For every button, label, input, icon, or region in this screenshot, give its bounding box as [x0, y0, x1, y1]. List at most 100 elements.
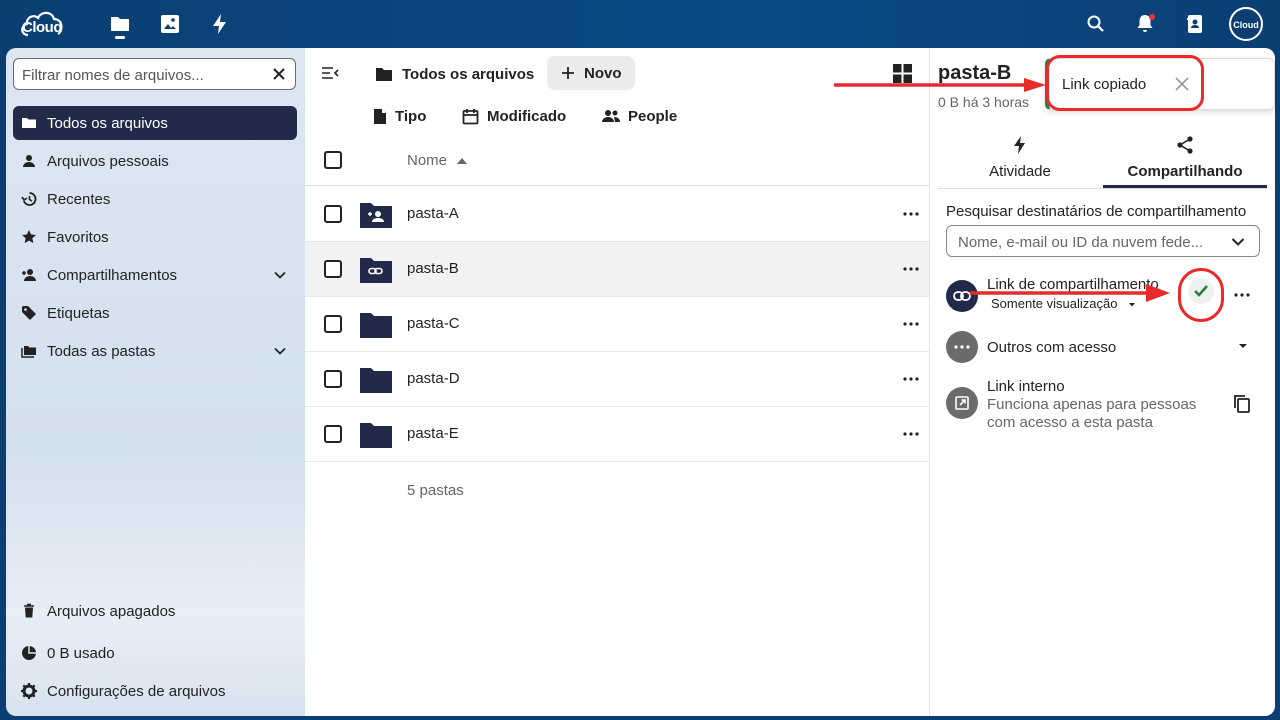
sidebar: Todos os arquivos Arquivos pessoais Rece…: [6, 48, 305, 716]
table-row[interactable]: pasta-B: [305, 242, 929, 297]
filter-people-button[interactable]: People: [602, 104, 677, 128]
table-header: Nome: [305, 138, 929, 186]
sidebar-item-personal-files[interactable]: Arquivos pessoais: [13, 144, 297, 178]
copy-link-success-button[interactable]: [1188, 278, 1214, 304]
activity-app-icon[interactable]: [208, 12, 232, 36]
caret-down-icon[interactable]: [1238, 343, 1248, 349]
column-name-label: Nome: [407, 152, 448, 169]
copy-icon[interactable]: [1233, 394, 1251, 414]
notifications-icon[interactable]: [1133, 12, 1157, 36]
chevron-down-icon[interactable]: [1231, 235, 1245, 249]
more-actions-icon[interactable]: [903, 267, 919, 271]
more-actions-icon[interactable]: [903, 377, 919, 381]
sidebar-item-deleted-files[interactable]: Arquivos apagados: [13, 594, 297, 628]
sidebar-item-favorites[interactable]: Favoritos: [13, 220, 297, 254]
select-all-checkbox[interactable]: [324, 151, 342, 169]
tag-icon: [22, 306, 36, 320]
more-actions-icon[interactable]: [903, 432, 919, 436]
internal-link-title: Link interno: [987, 378, 1065, 395]
filter-label: People: [628, 107, 678, 125]
breadcrumb-label: Todos os arquivos: [402, 65, 535, 83]
trash-icon: [24, 603, 34, 618]
table-row[interactable]: pasta-D: [305, 352, 929, 407]
tab-sharing[interactable]: Compartilhando: [1103, 130, 1267, 186]
table-row[interactable]: pasta-C: [305, 297, 929, 352]
file-name[interactable]: pasta-A: [407, 205, 459, 222]
folder-icon: [360, 313, 392, 338]
photos-app-icon[interactable]: [158, 12, 182, 36]
sidebar-item-label: Todas as pastas: [47, 342, 156, 360]
chevron-down-icon[interactable]: [273, 344, 287, 358]
sidebar-item-label: Etiquetas: [47, 304, 110, 322]
more-actions-icon[interactable]: [903, 212, 919, 216]
share-user-icon: [22, 269, 36, 281]
history-icon: [21, 192, 37, 206]
sidebar-item-label: Recentes: [47, 190, 111, 208]
folder-count-summary: 5 pastas: [407, 482, 464, 499]
row-checkbox[interactable]: [324, 260, 342, 278]
more-actions-icon[interactable]: [903, 322, 919, 326]
sidebar-item-settings[interactable]: Configurações de arquivos: [13, 674, 297, 708]
file-name[interactable]: pasta-B: [407, 260, 459, 277]
share-search-input[interactable]: [958, 232, 1220, 252]
others-access-avatar: [946, 331, 978, 363]
tab-label: Atividade: [989, 163, 1051, 180]
sidebar-item-recent[interactable]: Recentes: [13, 182, 297, 216]
new-button-label: Novo: [584, 64, 622, 82]
folder-icon: [376, 68, 392, 81]
cloud-logo[interactable]: Cloud: [18, 8, 66, 38]
share-icon: [1177, 136, 1193, 154]
row-checkbox[interactable]: [324, 315, 342, 333]
logo-text: Cloud: [22, 19, 63, 36]
sidebar-item-shares[interactable]: Compartilhamentos: [13, 258, 297, 292]
notification-dot: [1149, 14, 1155, 20]
user-avatar[interactable]: Cloud: [1229, 7, 1263, 41]
more-actions-icon[interactable]: [1234, 293, 1250, 297]
file-name[interactable]: pasta-C: [407, 315, 460, 332]
row-checkbox[interactable]: [324, 425, 342, 443]
sidebar-item-label: Favoritos: [47, 228, 109, 246]
top-bar: Cloud Cloud: [0, 0, 1280, 48]
link-copied-toast: Link copiado: [1045, 58, 1275, 110]
sidebar-item-all-files[interactable]: Todos os arquivos: [13, 106, 297, 140]
share-link-title: Link de compartilhamento: [987, 276, 1159, 293]
sidebar-item-storage[interactable]: 0 B usado: [13, 636, 297, 670]
search-icon[interactable]: [1084, 12, 1108, 36]
row-checkbox[interactable]: [324, 205, 342, 223]
filter-type-button[interactable]: Tipo: [373, 104, 426, 128]
breadcrumb[interactable]: Todos os arquivos: [375, 58, 534, 90]
grid-view-icon[interactable]: [893, 64, 912, 83]
file-name[interactable]: pasta-D: [407, 370, 460, 387]
filter-modified-button[interactable]: Modificado: [462, 104, 566, 128]
filter-files-field: [13, 58, 296, 90]
file-name[interactable]: pasta-E: [407, 425, 459, 442]
pie-chart-icon: [22, 646, 36, 660]
people-icon: [602, 110, 620, 122]
toggle-sidebar-icon[interactable]: [321, 65, 339, 81]
table-row[interactable]: pasta-E: [305, 407, 929, 462]
chevron-down-icon[interactable]: [273, 268, 287, 282]
panel-title: pasta-B: [938, 62, 1012, 84]
new-button[interactable]: Novo: [547, 56, 635, 90]
row-checkbox[interactable]: [324, 370, 342, 388]
avatar-text: Cloud: [1233, 20, 1259, 30]
sidebar-item-label: Configurações de arquivos: [47, 682, 226, 700]
permission-dropdown[interactable]: Somente visualização: [991, 296, 1136, 311]
activity-icon: [1014, 136, 1025, 154]
contacts-icon[interactable]: [1183, 12, 1207, 36]
others-access-title[interactable]: Outros com acesso: [987, 339, 1116, 356]
user-icon: [23, 155, 35, 167]
files-app-icon[interactable]: [108, 12, 132, 36]
tabs-divider: [938, 188, 1267, 189]
column-name-sort[interactable]: Nome: [407, 152, 468, 169]
clear-filter-icon[interactable]: [271, 66, 287, 82]
share-link-avatar: [946, 280, 978, 312]
table-row[interactable]: pasta-A: [305, 187, 929, 242]
sidebar-item-tags[interactable]: Etiquetas: [13, 296, 297, 330]
folder-icon: [360, 368, 392, 393]
close-icon[interactable]: [1175, 77, 1189, 91]
filter-files-input[interactable]: [22, 65, 262, 85]
external-link-icon: [955, 396, 969, 410]
sidebar-item-all-folders[interactable]: Todas as pastas: [13, 334, 297, 368]
tab-activity[interactable]: Atividade: [938, 130, 1102, 186]
